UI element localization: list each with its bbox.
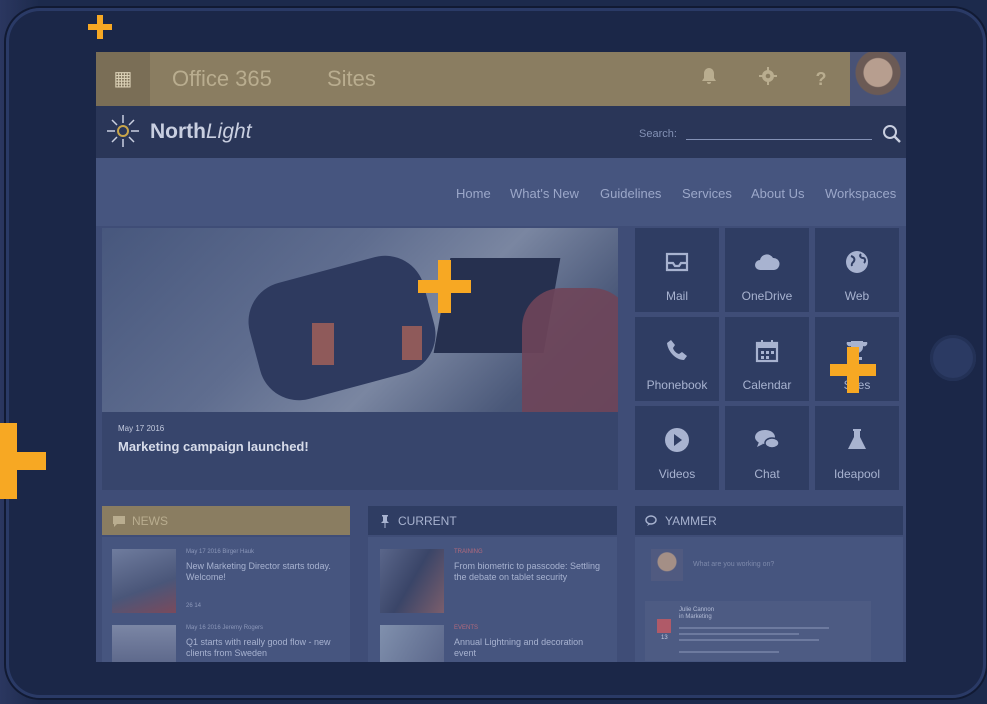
calendar-icon [755, 340, 779, 363]
tile-label: OneDrive [741, 289, 793, 303]
search-icon[interactable] [882, 124, 902, 144]
news-list: May 17 2016 Birger Hauk New Marketing Di… [102, 537, 350, 662]
gear-icon[interactable] [755, 66, 781, 92]
comment-icon [113, 516, 125, 527]
app-title[interactable]: Office 365 [172, 66, 272, 92]
brand-bar: NorthLight Search: [96, 106, 906, 158]
tile-mail[interactable]: Mail [635, 228, 719, 312]
yammer-post-input[interactable]: What are you working on? [693, 561, 774, 568]
tile-onedrive[interactable]: OneDrive [725, 228, 809, 312]
phone-icon [667, 340, 687, 360]
hero-photo-glass [402, 326, 422, 360]
news-stats: 26 14 [186, 603, 202, 609]
current-title[interactable]: From biometric to passcode: Settling the… [454, 561, 604, 583]
current-category: TRAINING [454, 549, 483, 555]
nav-workspaces[interactable]: Workspaces [825, 186, 896, 201]
tablet-home-button [930, 335, 976, 381]
calendar-icon [657, 619, 671, 633]
nav-whats-new[interactable]: What's New [510, 186, 579, 201]
current-thumbnail[interactable] [380, 549, 444, 613]
section-title[interactable]: Sites [327, 66, 376, 92]
nav-guidelines[interactable]: Guidelines [600, 186, 661, 201]
hero-title[interactable]: Marketing campaign launched! [118, 439, 309, 454]
news-thumbnail[interactable] [112, 625, 176, 662]
suite-bar: ▦ Office 365 Sites ? [96, 52, 906, 106]
user-avatar[interactable] [850, 52, 906, 106]
cloud-icon [755, 254, 780, 270]
current-title[interactable]: Annual Lightning and decoration event [454, 637, 604, 659]
nav-home[interactable]: Home [456, 186, 491, 201]
search-label: Search: [639, 128, 677, 140]
hero-carousel[interactable]: May 17 2016 Marketing campaign launched! [102, 228, 618, 490]
pin-icon [381, 515, 389, 528]
yammer-text-line [679, 633, 799, 635]
tile-phonebook[interactable]: Phonebook [635, 317, 719, 401]
current-thumbnail[interactable] [380, 625, 444, 662]
logo-text-bold: North [150, 120, 206, 143]
tile-label: Calendar [742, 378, 792, 392]
tile-label: Mail [665, 289, 688, 303]
flask-icon [848, 429, 866, 449]
current-list: TRAINING From biometric to passcode: Set… [368, 537, 617, 662]
yammer-text-line [679, 639, 819, 641]
waffle-icon[interactable]: ▦ [96, 52, 150, 106]
tile-label: Ideapool [833, 467, 881, 481]
tile-calendar[interactable]: Calendar [725, 317, 809, 401]
site-logo[interactable]: NorthLight [150, 120, 252, 144]
plus-decoration-icon [830, 347, 876, 393]
news-meta: May 16 2016 Jeremy Rogers [186, 625, 264, 631]
yammer-header-label: YAMMER [665, 514, 717, 528]
main-nav: Home What's New Guidelines Services Abou… [96, 158, 906, 226]
globe-icon [846, 251, 868, 273]
news-thumbnail[interactable] [112, 549, 176, 613]
hero-photo-glass [312, 323, 334, 365]
hero-caption: May 17 2016 Marketing campaign launched! [102, 412, 618, 490]
yammer-post-day: 13 [661, 635, 668, 641]
yammer-post[interactable]: Julie Cannon in Marketing 13 [645, 601, 871, 661]
inbox-icon [665, 252, 689, 272]
tile-chat[interactable]: Chat [725, 406, 809, 490]
yammer-header[interactable]: YAMMER [635, 506, 903, 535]
plus-decoration-icon [418, 260, 471, 313]
yammer-post-author: Julie Cannon [679, 607, 715, 613]
plus-decoration-icon [0, 423, 46, 499]
nav-services[interactable]: Services [682, 186, 732, 201]
yammer-feed: What are you working on? Julie Cannon in… [635, 537, 903, 662]
yammer-text-line [679, 651, 779, 653]
logo-text-italic: Light [206, 120, 252, 143]
hero-date: May 17 2016 [118, 424, 165, 433]
tile-videos[interactable]: Videos [635, 406, 719, 490]
play-icon [665, 428, 689, 452]
tile-label: Phonebook [646, 378, 708, 392]
tile-web[interactable]: Web [815, 228, 899, 312]
yammer-avatar [651, 549, 683, 581]
chat-icon [755, 430, 780, 449]
news-header[interactable]: NEWS [102, 506, 350, 535]
current-header-label: CURRENT [398, 514, 457, 528]
tile-ideapool[interactable]: Ideapool [815, 406, 899, 490]
tile-label: Web [844, 289, 870, 303]
help-icon[interactable]: ? [808, 66, 834, 92]
news-title[interactable]: New Marketing Director starts today. Wel… [186, 561, 341, 583]
yammer-icon [645, 515, 657, 526]
bell-icon[interactable] [696, 66, 722, 92]
yammer-post-group: in Marketing [679, 614, 712, 620]
nav-about-us[interactable]: About Us [751, 186, 804, 201]
tile-label: Chat [754, 467, 780, 481]
northlight-logo-icon [107, 115, 139, 147]
current-header[interactable]: CURRENT [368, 506, 617, 535]
news-meta: May 17 2016 Birger Hauk [186, 549, 255, 555]
search-input[interactable] [686, 139, 872, 140]
current-category: EVENTS [454, 625, 479, 631]
tile-label: Videos [658, 467, 696, 481]
tablet-screen: ▦ Office 365 Sites ? NorthLight Search: [96, 52, 906, 662]
plus-decoration-icon [88, 15, 112, 39]
news-title[interactable]: Q1 starts with really good flow - new cl… [186, 637, 346, 659]
yammer-text-line [679, 627, 829, 629]
news-header-label: NEWS [132, 514, 168, 528]
